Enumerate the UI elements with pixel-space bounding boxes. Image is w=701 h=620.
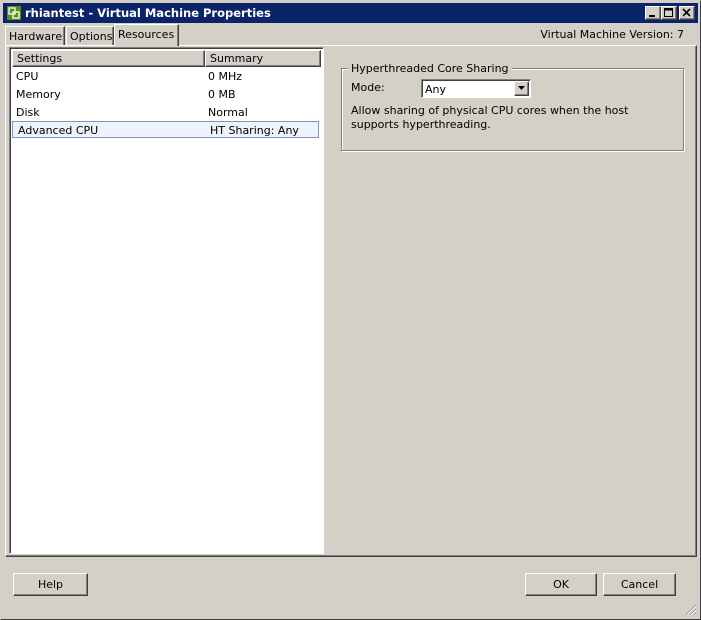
list-header: Settings Summary	[12, 50, 321, 67]
tab-options[interactable]: Options	[66, 26, 114, 45]
ht-sharing-description: Allow sharing of physical CPU cores when…	[351, 104, 629, 131]
mode-dropdown[interactable]: Any	[421, 79, 531, 98]
chevron-down-icon	[518, 86, 525, 90]
row-summary: 0 MB	[208, 88, 236, 101]
help-button-label: Help	[37, 578, 64, 591]
vm-version-label: Virtual Machine Version: 7	[540, 28, 684, 41]
ok-button-label: OK	[553, 578, 569, 591]
vm-icon	[7, 6, 21, 20]
help-button[interactable]: Help	[13, 573, 88, 596]
cancel-button[interactable]: Cancel	[603, 573, 676, 596]
minimize-button[interactable]	[645, 6, 661, 20]
vm-properties-window: rhiantest - Virtual Machine Properties H…	[0, 0, 701, 620]
row-summary: HT Sharing: Any	[210, 124, 299, 137]
tab-hardware-label: Hardware	[9, 30, 63, 43]
cancel-button-label: Cancel	[620, 578, 659, 591]
minimize-icon	[649, 15, 655, 17]
row-setting: Disk	[16, 106, 40, 119]
row-setting: CPU	[16, 70, 39, 83]
maximize-icon	[664, 8, 673, 17]
mode-dropdown-button[interactable]	[514, 81, 529, 96]
tab-resources[interactable]: Resources	[114, 24, 179, 46]
row-setting: Advanced CPU	[18, 124, 99, 137]
tab-options-label: Options	[70, 30, 113, 43]
list-row-memory[interactable]: Memory 0 MB	[12, 86, 319, 103]
tab-resources-label: Resources	[118, 28, 175, 41]
column-header-settings[interactable]: Settings	[12, 50, 205, 67]
mode-label: Mode:	[351, 81, 385, 94]
close-button[interactable]	[679, 6, 695, 20]
row-summary: 0 MHz	[208, 70, 243, 83]
title-bar[interactable]: rhiantest - Virtual Machine Properties	[3, 3, 698, 23]
settings-list[interactable]: Settings Summary CPU 0 MHz Memory 0 MB D…	[9, 47, 324, 554]
row-setting: Memory	[16, 88, 61, 101]
close-icon	[682, 8, 691, 17]
list-row-cpu[interactable]: CPU 0 MHz	[12, 68, 319, 85]
ok-button[interactable]: OK	[525, 573, 597, 596]
window-title: rhiantest - Virtual Machine Properties	[25, 6, 271, 20]
column-header-settings-label: Settings	[17, 52, 63, 65]
resize-grip-icon[interactable]	[685, 604, 697, 616]
mode-dropdown-value: Any	[425, 83, 447, 96]
row-summary: Normal	[208, 106, 248, 119]
list-row-advanced-cpu[interactable]: Advanced CPU HT Sharing: Any	[12, 121, 319, 138]
maximize-button[interactable]	[661, 6, 677, 20]
list-row-disk[interactable]: Disk Normal	[12, 104, 319, 121]
column-header-summary-label: Summary	[210, 52, 264, 65]
tab-hardware[interactable]: Hardware	[5, 26, 65, 45]
column-header-summary[interactable]: Summary	[205, 50, 321, 67]
ht-sharing-group-title: Hyperthreaded Core Sharing	[348, 62, 512, 75]
